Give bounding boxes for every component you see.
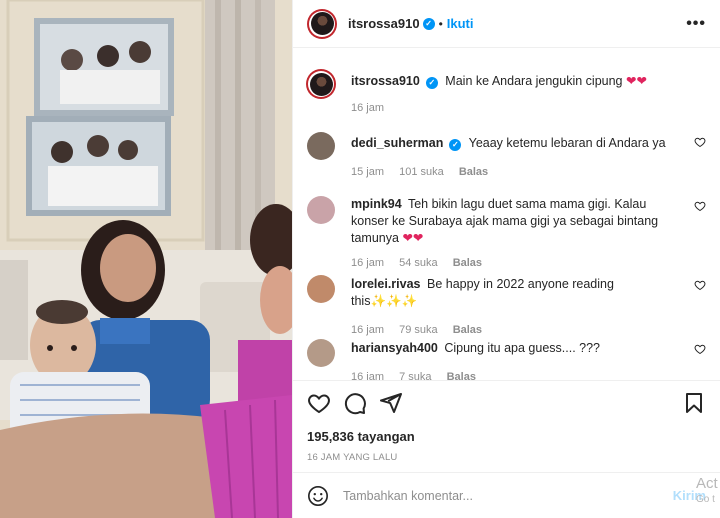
caption-username[interactable]: itsrossa910 — [351, 74, 420, 88]
reply-button[interactable]: Balas — [447, 371, 476, 380]
verified-badge-icon: ✓ — [449, 139, 462, 151]
view-count[interactable]: 195,836 tayangan — [307, 429, 706, 444]
comment-likes[interactable]: 54 suka — [399, 257, 438, 269]
emoji-picker-icon[interactable] — [307, 485, 329, 507]
like-comment-heart-icon[interactable] — [694, 136, 706, 148]
commenter-avatar[interactable] — [307, 339, 335, 367]
live-video-frame[interactable] — [0, 0, 292, 518]
comment-likes[interactable]: 79 suka — [399, 324, 438, 336]
comment-input[interactable] — [343, 488, 673, 503]
reply-button[interactable]: Balas — [459, 166, 488, 178]
reply-button[interactable]: Balas — [453, 257, 482, 269]
commenter-username[interactable]: mpink94 — [351, 197, 402, 211]
comment-sparkle-emoji: ✨✨✨ — [370, 294, 418, 308]
comments-list[interactable]: itsrossa910 ✓ Main ke Andara jengukin cip… — [293, 49, 720, 380]
like-comment-heart-icon[interactable] — [694, 279, 706, 291]
video-scene — [0, 0, 292, 518]
commenter-username[interactable]: hariansyah400 — [351, 341, 438, 355]
comment-item: lorelei.rivas Be happy in 2022 anyone re… — [307, 275, 706, 336]
separator-dot: • — [438, 16, 443, 31]
post-side-panel: itsrossa910 ✓ • Ikuti ••• itsrossa910 ✓ M… — [292, 0, 720, 518]
comment-time: 16 jam — [351, 257, 385, 269]
watermark-line-2: Go t — [696, 494, 715, 505]
author-username[interactable]: itsrossa910 — [348, 16, 420, 31]
activate-windows-watermark: Act Go t — [696, 476, 720, 508]
more-options-icon[interactable]: ••• — [686, 15, 706, 33]
comment-text: Yeaay ketemu lebaran di Andara ya — [468, 136, 666, 150]
comment-item: mpink94 Teh bikin lagu duet sama mama gi… — [307, 196, 706, 269]
commenter-avatar[interactable] — [307, 275, 335, 303]
post-caption: itsrossa910 ✓ Main ke Andara jengukin cip… — [306, 69, 706, 114]
caption-time: 16 jam — [351, 102, 385, 114]
watermark-line-1: Act — [696, 475, 718, 492]
caption-avatar[interactable] — [306, 69, 336, 99]
comment-time: 16 jam — [351, 371, 385, 380]
like-comment-heart-icon[interactable] — [694, 343, 706, 355]
comment-item: hariansyah400 Cipung itu apa guess.... ?… — [307, 339, 706, 380]
like-heart-icon[interactable] — [307, 391, 331, 415]
verified-badge-icon: ✓ — [425, 77, 438, 89]
post-timestamp: 16 JAM YANG LALU — [307, 452, 398, 463]
add-comment-bar: Kirim — [293, 472, 720, 518]
reply-button[interactable]: Balas — [453, 324, 482, 336]
comment-likes[interactable]: 7 suka — [399, 371, 431, 380]
save-bookmark-icon[interactable] — [682, 391, 706, 415]
caption-heart-emoji: ❤❤ — [626, 74, 647, 88]
commenter-username[interactable]: dedi_suherman — [351, 136, 443, 150]
caption-text: Main ke Andara jengukin cipung — [445, 74, 623, 88]
comment-text: Cipung itu apa guess.... ??? — [444, 341, 601, 355]
author-avatar[interactable] — [307, 8, 337, 39]
comment-bubble-icon[interactable] — [343, 391, 367, 415]
commenter-username[interactable]: lorelei.rivas — [351, 277, 421, 291]
commenter-avatar[interactable] — [307, 196, 335, 224]
share-send-icon[interactable] — [379, 391, 403, 415]
comment-likes[interactable]: 101 suka — [399, 166, 444, 178]
post-header: itsrossa910 ✓ • Ikuti ••• — [293, 0, 720, 48]
verified-badge-icon: ✓ — [422, 17, 435, 30]
post-actions: 195,836 tayangan 16 JAM YANG LALU — [293, 380, 720, 463]
comment-time: 15 jam — [351, 166, 385, 178]
comment-time: 16 jam — [351, 324, 385, 336]
like-comment-heart-icon[interactable] — [694, 200, 706, 212]
comment-heart-emoji: ❤❤ — [402, 231, 424, 245]
comment-item: dedi_suherman ✓ Yeaay ketemu lebaran di A… — [307, 132, 706, 178]
follow-button[interactable]: Ikuti — [447, 16, 474, 31]
commenter-avatar[interactable] — [307, 132, 335, 160]
